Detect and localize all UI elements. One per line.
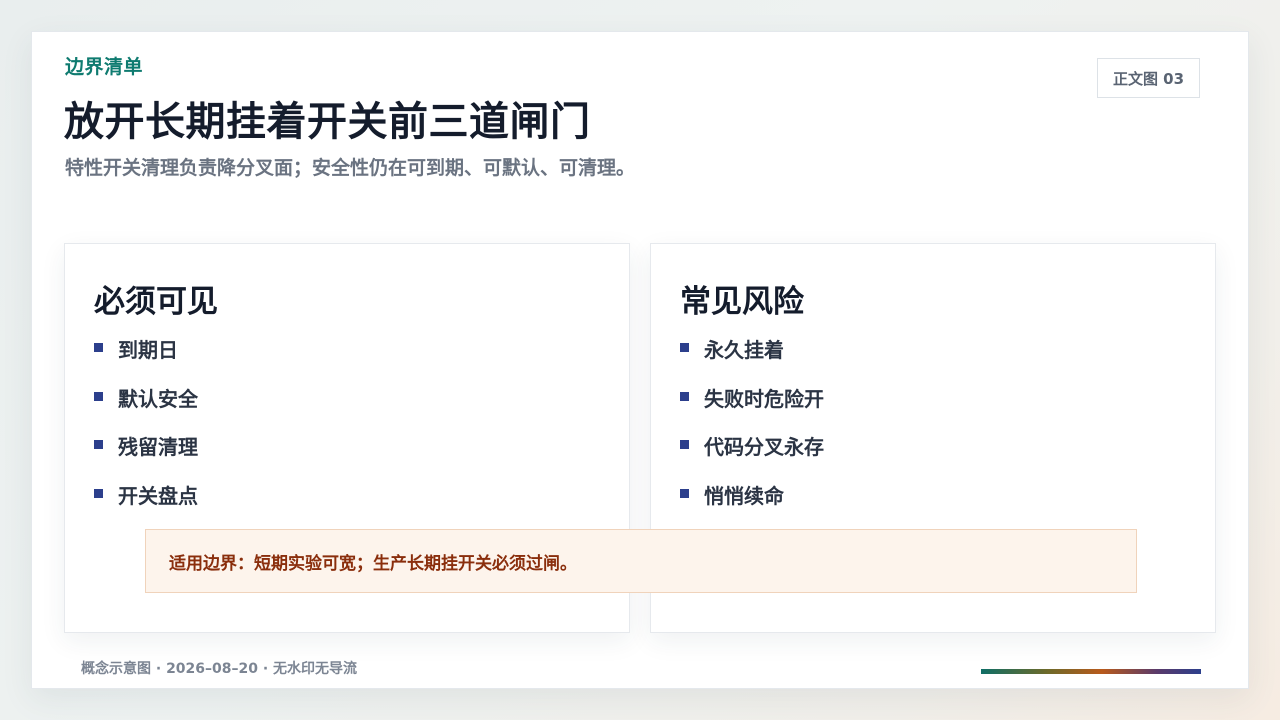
list-item-label: 残留清理 (118, 435, 198, 459)
checklist: 到期日 默认安全 残留清理 开关盘点 (94, 334, 198, 528)
list-item: 开关盘点 (94, 480, 198, 529)
square-bullet-icon (94, 488, 103, 498)
list-item-label: 失败时危险开 (704, 386, 824, 411)
list-item: 悄悄续命 (680, 480, 824, 529)
list-item-label: 代码分叉永存 (704, 435, 824, 459)
square-bullet-icon (680, 391, 689, 401)
boundary-note: 适用边界：短期实验可宽；生产长期挂开关必须过闸。 (145, 529, 1137, 593)
page-title: 放开长期挂着开关前三道闸门 (64, 99, 591, 145)
card-title: 常见风险 (680, 284, 804, 320)
list-item: 失败时危险开 (680, 383, 824, 432)
list-item: 代码分叉永存 (680, 431, 824, 480)
list-item-label: 开关盘点 (118, 483, 198, 508)
risk-list: 永久挂着 失败时危险开 代码分叉永存 悄悄续命 (680, 334, 824, 528)
square-bullet-icon (680, 440, 689, 449)
list-item: 残留清理 (94, 431, 198, 480)
square-bullet-icon (94, 391, 103, 401)
footer-caption: 概念示意图 · 2026–08–20 · 无水印无导流 (81, 661, 358, 677)
list-item-label: 默认安全 (118, 386, 198, 411)
accent-gradient-bar (981, 669, 1201, 674)
square-bullet-icon (680, 343, 689, 352)
slide: 边界清单 放开长期挂着开关前三道闸门 特性开关清理负责降分叉面；安全性仍在可到期… (31, 31, 1249, 689)
square-bullet-icon (680, 488, 689, 498)
square-bullet-icon (94, 343, 103, 352)
square-bullet-icon (94, 440, 103, 449)
list-item-label: 悄悄续命 (704, 483, 784, 508)
list-item: 默认安全 (94, 383, 198, 432)
list-item-label: 到期日 (118, 338, 178, 362)
card-title: 必须可见 (94, 284, 218, 320)
kicker-label: 边界清单 (65, 56, 144, 78)
list-item: 到期日 (94, 334, 198, 383)
figure-tag: 正文图 03 (1097, 58, 1200, 98)
list-item-label: 永久挂着 (704, 338, 784, 362)
page-subtitle: 特性开关清理负责降分叉面；安全性仍在可到期、可默认、可清理。 (65, 157, 636, 179)
list-item: 永久挂着 (680, 334, 824, 383)
